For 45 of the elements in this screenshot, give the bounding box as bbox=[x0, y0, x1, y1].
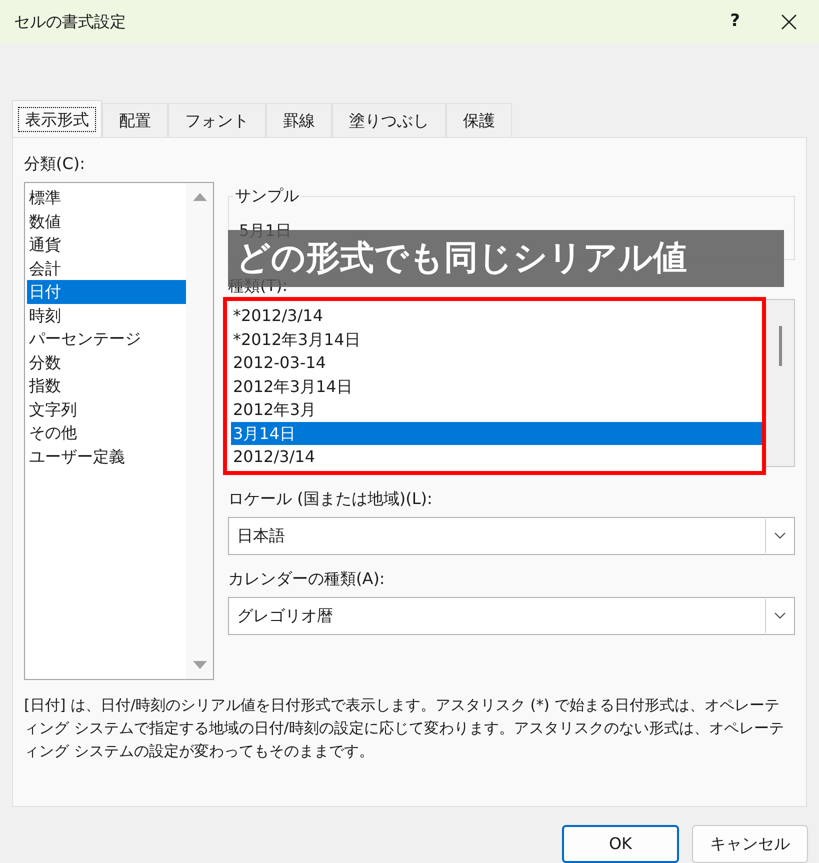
chevron-down-icon bbox=[774, 532, 786, 540]
scroll-down-icon[interactable] bbox=[192, 661, 206, 670]
category-item[interactable]: 分数 bbox=[27, 350, 186, 374]
type-item[interactable]: *2012年3月14日 bbox=[231, 328, 762, 352]
dropdown-value: 日本語 bbox=[236, 524, 286, 547]
category-item[interactable]: パーセンテージ bbox=[27, 327, 186, 351]
scrollbar[interactable] bbox=[186, 183, 213, 680]
category-item[interactable]: 時刻 bbox=[27, 304, 186, 328]
scroll-up-icon[interactable] bbox=[192, 193, 206, 202]
category-item[interactable]: その他 bbox=[27, 421, 186, 445]
dropdown-value: グレゴリオ暦 bbox=[236, 604, 334, 627]
calendar-label: カレンダーの種類(A): bbox=[228, 568, 386, 590]
type-item[interactable]: 2012年3月 bbox=[231, 398, 762, 422]
tab[interactable]: フォント bbox=[168, 103, 266, 138]
window-title: セルの書式設定 bbox=[14, 10, 127, 33]
close-icon bbox=[781, 14, 797, 30]
type-item[interactable]: 3月14日 bbox=[231, 422, 762, 446]
type-item[interactable]: 2012年3月14日 bbox=[231, 374, 762, 398]
locale-label: ロケール (国または地域)(L): bbox=[228, 488, 434, 510]
category-item[interactable]: 数値 bbox=[27, 210, 186, 234]
category-item[interactable]: 日付 bbox=[27, 280, 186, 304]
category-item[interactable]: 標準 bbox=[27, 186, 186, 210]
tab[interactable]: 表示形式 bbox=[12, 100, 102, 138]
description-text: [日付] は、日付/時刻のシリアル値を日付形式で表示します。アスタリスク (*) で始まる日付形式は、オペレーティング システムで指定する地域の日付/時刻の設定に応じて変わります。アスタリスクのない形式は、オペレーティング システムの設定が変わってもそのままです。 bbox=[24, 695, 785, 762]
type-item[interactable]: 2012-03-14 bbox=[231, 351, 762, 375]
dialog-button[interactable]: キャンセル bbox=[692, 825, 808, 863]
dialog-button[interactable]: OK bbox=[562, 825, 679, 863]
category-label: 分類(C): bbox=[24, 153, 86, 176]
type-item[interactable]: 2012/3/14 bbox=[231, 445, 762, 469]
category-item[interactable]: 指数 bbox=[27, 374, 186, 398]
dropdown-field[interactable]: 日本語 bbox=[228, 516, 795, 555]
tab[interactable]: 配置 bbox=[102, 103, 168, 138]
scrollbar[interactable] bbox=[766, 299, 795, 468]
category-item[interactable]: 通貨 bbox=[27, 233, 186, 257]
category-item[interactable]: ユーザー定義 bbox=[27, 444, 186, 468]
tab[interactable]: 罫線 bbox=[266, 103, 332, 138]
type-item[interactable]: *2012/3/14 bbox=[231, 304, 762, 328]
tab[interactable]: 保護 bbox=[446, 103, 512, 138]
tab[interactable]: 塗りつぶし bbox=[332, 103, 446, 138]
help-button[interactable]: ? bbox=[711, 2, 759, 42]
chevron-down-icon bbox=[774, 612, 786, 620]
scroll-thumb[interactable] bbox=[778, 326, 782, 366]
category-item[interactable]: 会計 bbox=[27, 256, 186, 280]
category-item[interactable]: 文字列 bbox=[27, 398, 186, 422]
dropdown-field[interactable]: グレゴリオ暦 bbox=[228, 596, 795, 635]
